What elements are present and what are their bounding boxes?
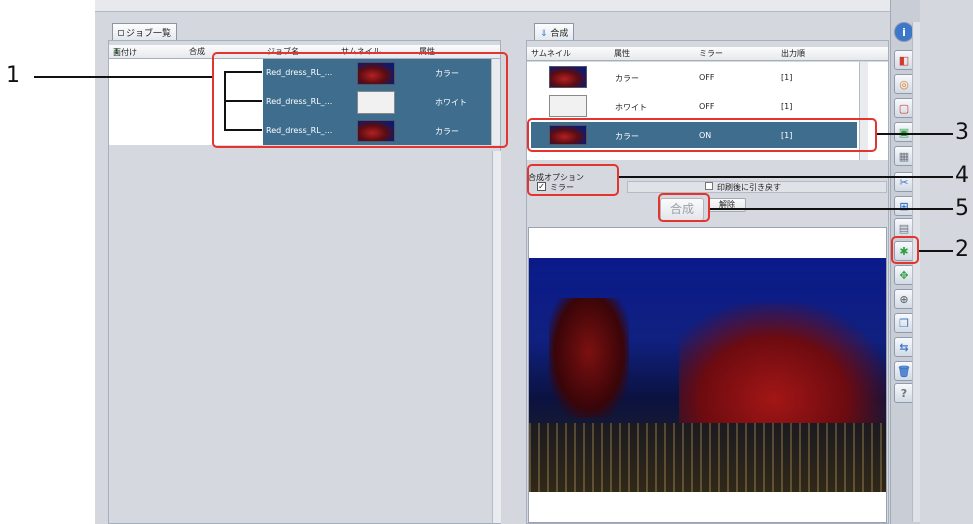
print-icon[interactable]: ▤ [894,218,914,238]
top-strip [95,0,890,12]
panel-scrollbar[interactable] [492,151,501,523]
callout-number-5: 5 [955,196,969,221]
color-circle-icon[interactable]: ◎ [894,74,914,94]
move-icon[interactable]: ✥ [894,265,914,285]
grid-icon[interactable]: ⊞ [894,196,914,216]
col-compose-attribute[interactable]: 属性 [614,48,630,59]
swap-icon[interactable]: ⇆ [894,337,914,357]
mirror-state: OFF [699,73,715,82]
thumbnail [549,95,587,117]
city-lights [529,423,886,492]
print-back-checkbox[interactable] [705,182,713,190]
toolbar-scrollbar[interactable] [912,22,920,522]
callout-line-1 [34,76,212,78]
copy-icon[interactable]: ❐ [894,313,914,333]
output-order: [1] [781,102,793,111]
tab-job-list-icon [118,30,124,36]
frame-icon[interactable]: ▢ [894,98,914,118]
output-order: [1] [781,73,793,82]
preview-area [528,227,887,523]
attribute: カラー [615,74,639,83]
callout-line-3 [877,133,953,135]
help-icon[interactable]: ? [894,383,914,403]
tab-compose-label: 合成 [550,29,569,39]
callout-line-2 [919,250,953,252]
callout-box-1 [212,52,508,148]
col-compose-thumbnail[interactable]: サムネイル [531,48,571,59]
info-icon[interactable]: i [894,22,914,42]
callout-line-4 [619,176,953,178]
stack-icon[interactable]: ▦ [894,146,914,166]
mirror-state: OFF [699,102,715,111]
add-icon[interactable]: ▣ [894,122,914,142]
layers-icon[interactable]: ◧ [894,50,914,70]
col-mirror[interactable]: ミラー [699,48,723,59]
target-icon[interactable]: ⊕ [894,289,914,309]
col-compose[interactable]: 合成 [189,46,205,57]
attribute: ホワイト [615,103,647,112]
thumbnail [549,66,587,88]
tab-compose[interactable]: ⇓ 合成 [534,23,575,40]
callout-number-1: 1 [6,63,20,88]
tool-icon[interactable]: ✂ [894,172,914,192]
tab-job-list[interactable]: ジョブ一覧 [112,23,178,40]
callout-number-2: 2 [955,237,969,262]
compose-arrow-icon: ⇓ [540,29,548,39]
table-row[interactable]: カラー OFF [1] [527,62,857,92]
print-back-label: 印刷後に引き戻す [717,183,781,192]
col-output-order[interactable]: 出力順 [781,48,805,59]
callout-number-4: 4 [955,163,969,188]
preview-image [529,258,886,492]
compose-panel: サムネイル 属性 ミラー 出力順 カラー OFF [1] ホワイト OFF [1… [526,40,889,524]
callout-box-4 [527,164,619,196]
callout-box-3 [527,118,877,152]
table-row[interactable]: ホワイト OFF [1] [527,92,857,120]
figure-shape [549,298,629,418]
trash-icon[interactable]: 🗑 [894,361,914,381]
tab-job-list-label: ジョブ一覧 [126,29,172,39]
callout-number-3: 3 [955,120,969,145]
callout-box-5 [658,193,710,222]
callout-box-2 [891,236,919,264]
callout-line-5 [710,208,953,210]
compose-table-header: サムネイル 属性 ミラー 出力順 [527,47,888,61]
